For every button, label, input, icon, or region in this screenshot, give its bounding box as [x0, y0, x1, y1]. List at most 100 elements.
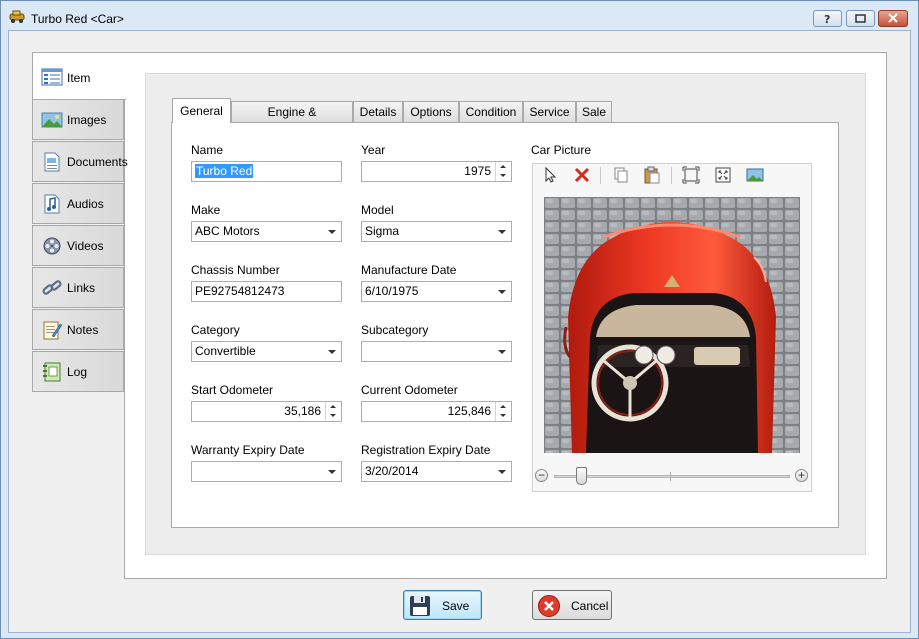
toolbar-separator [600, 167, 601, 184]
year-label: Year [361, 143, 386, 157]
minus-icon: − [537, 468, 545, 482]
tab-options[interactable]: Options [403, 101, 459, 122]
manufacture-date-value: 6/10/1975 [365, 284, 419, 298]
chevron-down-icon[interactable] [493, 462, 511, 481]
side-tab-videos[interactable]: Videos [32, 225, 124, 266]
app-window: Turbo Red <Car> ? Item Images Documents … [0, 0, 919, 639]
side-tab-label: Links [67, 281, 96, 295]
tab-label: Sale [581, 105, 607, 119]
side-tab-documents[interactable]: Documents [32, 141, 128, 182]
notepad-icon [43, 321, 63, 340]
image-properties-icon[interactable] [745, 166, 765, 184]
copy-icon[interactable] [611, 166, 631, 184]
spin-buttons[interactable] [495, 402, 511, 421]
side-tab-label: Audios [67, 197, 104, 211]
pointer-icon[interactable] [540, 166, 560, 184]
make-label: Make [191, 203, 221, 217]
full-size-icon[interactable] [713, 166, 733, 184]
tab-general[interactable]: General [172, 98, 231, 123]
name-value: Turbo Red [195, 164, 254, 178]
chevron-down-icon[interactable] [323, 342, 341, 361]
tab-service[interactable]: Service [523, 101, 576, 122]
chassis-number-input[interactable]: PE92754812473 [191, 281, 342, 302]
restore-icon [855, 14, 866, 23]
svg-text:?: ? [824, 13, 830, 26]
side-tab-label: Videos [67, 239, 104, 253]
make-value: ABC Motors [195, 224, 260, 238]
spin-buttons[interactable] [495, 162, 511, 181]
car-app-icon [9, 10, 25, 23]
chain-link-icon [42, 280, 62, 295]
side-tab-notes[interactable]: Notes [32, 309, 124, 350]
warranty-label: Warranty Expiry Date [191, 443, 305, 457]
side-tab-label: Notes [67, 323, 99, 337]
side-tab-links[interactable]: Links [32, 267, 124, 308]
start-odometer-value: 35,186 [284, 404, 321, 418]
fit-to-frame-icon[interactable] [681, 166, 701, 184]
category-dropdown[interactable]: Convertible [191, 341, 342, 362]
name-input[interactable]: Turbo Red [191, 161, 342, 182]
close-icon [888, 13, 898, 23]
log-book-icon [43, 362, 61, 382]
close-button[interactable] [878, 10, 908, 27]
zoom-out-button[interactable]: − [535, 469, 548, 482]
tab-label: Service [529, 105, 570, 119]
cancel-button[interactable]: Cancel [532, 590, 612, 620]
chevron-down-icon[interactable] [493, 342, 511, 361]
registration-date-picker[interactable]: 3/20/2014 [361, 461, 512, 482]
warranty-date-picker[interactable] [191, 461, 342, 482]
zoom-slider-thumb[interactable] [576, 467, 587, 485]
tab-details[interactable]: Details [353, 101, 403, 122]
tab-sale[interactable]: Sale [576, 101, 612, 122]
car-photo [544, 197, 800, 453]
title-bar: Turbo Red <Car> ? [1, 1, 918, 30]
help-button[interactable]: ? [813, 10, 842, 27]
current-odometer-stepper[interactable]: 125,846 [361, 401, 512, 422]
tab-engine-transmission[interactable]: Engine & Transmission [231, 101, 353, 139]
tab-label: Condition [465, 105, 517, 119]
side-tab-label: Images [67, 113, 107, 127]
restore-button[interactable] [846, 10, 875, 27]
chevron-down-icon[interactable] [323, 222, 341, 241]
manufacture-date-picker[interactable]: 6/10/1975 [361, 281, 512, 302]
tab-label: Options [410, 105, 452, 119]
side-tab-label: Documents [67, 155, 128, 169]
spin-buttons[interactable] [325, 402, 341, 421]
floppy-disk-icon [410, 596, 430, 616]
paste-icon[interactable] [642, 166, 662, 184]
side-tab-label: Item [67, 71, 91, 85]
side-tab-audios[interactable]: Audios [32, 183, 124, 224]
subcategory-dropdown[interactable] [361, 341, 512, 362]
zoom-in-button[interactable]: + [795, 469, 808, 482]
model-dropdown[interactable]: Sigma [361, 221, 512, 242]
side-tab-label: Log [67, 365, 88, 379]
chevron-down-icon[interactable] [493, 282, 511, 301]
year-stepper[interactable]: 1975 [361, 161, 512, 182]
item-list-icon [41, 68, 63, 86]
category-value: Convertible [195, 344, 256, 358]
side-tab-images[interactable]: Images [32, 99, 124, 140]
tab-condition[interactable]: Condition [459, 101, 523, 122]
chassis-label: Chassis Number [191, 263, 280, 277]
cancel-label: Cancel [571, 599, 609, 613]
chevron-down-icon[interactable] [493, 222, 511, 241]
chassis-value: PE92754812473 [195, 284, 285, 298]
category-label: Category [191, 323, 240, 337]
start-odometer-stepper[interactable]: 35,186 [191, 401, 342, 422]
side-tab-item[interactable]: Item [32, 52, 126, 100]
manufacture-date-label: Manufacture Date [361, 263, 457, 277]
subcategory-label: Subcategory [361, 323, 429, 337]
delete-icon[interactable] [572, 166, 592, 184]
help-icon: ? [824, 13, 830, 26]
side-tab-log[interactable]: Log [32, 351, 124, 392]
save-button[interactable]: Save [403, 590, 482, 620]
zoom-slider[interactable] [554, 475, 790, 478]
zoom-tick [670, 472, 671, 481]
start-odometer-label: Start Odometer [191, 383, 274, 397]
music-note-icon [44, 194, 60, 214]
plus-icon: + [797, 468, 805, 482]
save-label: Save [442, 599, 470, 613]
chevron-down-icon[interactable] [323, 462, 341, 481]
make-dropdown[interactable]: ABC Motors [191, 221, 342, 242]
toolbar-separator [671, 167, 672, 184]
